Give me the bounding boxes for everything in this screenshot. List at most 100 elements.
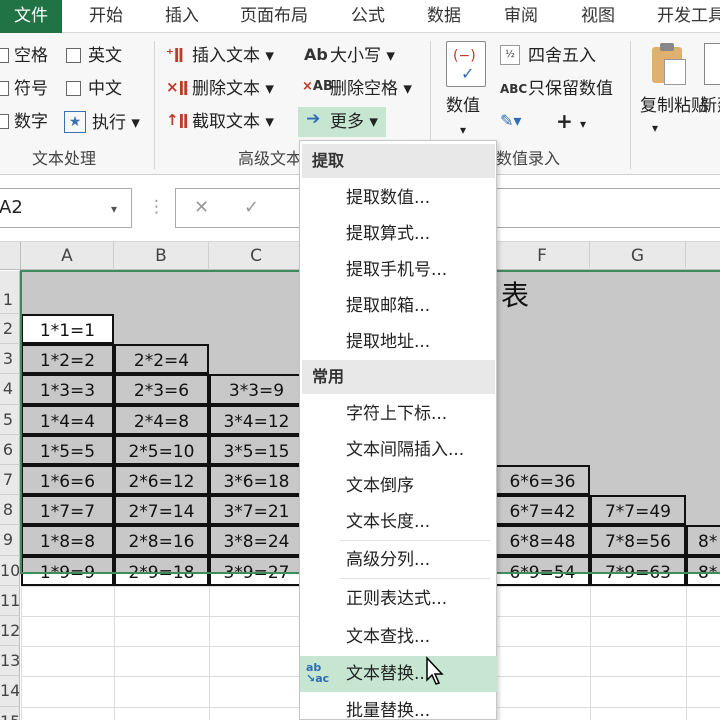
keep-numeric-button[interactable]: 只保留数值 (528, 78, 613, 100)
cut-text-icon: ↑ǁ (166, 111, 189, 129)
row-header-11[interactable]: 11 (0, 585, 20, 616)
value-button[interactable]: 数值 (446, 95, 480, 117)
row-header-9[interactable]: 9 (0, 525, 20, 556)
row-header-10[interactable]: 10 (0, 555, 20, 586)
plus-arrow[interactable]: ▾ (580, 113, 586, 135)
column-header-b[interactable]: B (114, 242, 209, 270)
tab-view[interactable]: 视图 (570, 0, 626, 33)
execute-icon[interactable]: ★ (64, 111, 86, 133)
delete-space-button[interactable]: 删除空格 ▾ (330, 78, 412, 100)
column-header-g[interactable]: G (590, 242, 686, 270)
row-header-14[interactable]: 14 (0, 676, 20, 707)
insert-text-button[interactable]: 插入文本 ▾ (192, 45, 274, 67)
checkbox-space-label: 空格 (14, 46, 48, 66)
tab-home[interactable]: 开始 (78, 0, 134, 33)
section-header-extract: 提取 (302, 144, 495, 178)
row-header-2[interactable]: 2 (0, 314, 20, 345)
group-label-text-processing: 文本处理 (32, 149, 97, 168)
ribbon-tab-bar: 文件 开始 插入 页面布局 公式 数据 审阅 视图 开发工具 (0, 0, 720, 33)
row-header-3[interactable]: 3 (0, 344, 20, 375)
tab-page-layout[interactable]: 页面布局 (232, 0, 316, 33)
name-box-dropdown-icon[interactable]: ▾ (111, 198, 117, 220)
column-header-h[interactable]: H (686, 242, 720, 270)
menu-item-extract-number[interactable]: 提取数值... (300, 180, 497, 216)
clipboard-icon (648, 41, 688, 87)
checkbox-english[interactable] (66, 48, 81, 63)
group-separator (630, 41, 631, 169)
select-all-corner[interactable] (0, 242, 21, 270)
column-header-f[interactable]: F (495, 242, 590, 270)
row-header-8[interactable]: 8 (0, 495, 20, 526)
row-header-1[interactable]: 1 (0, 271, 20, 314)
copy-paste-arrow[interactable]: ▾ (652, 117, 658, 139)
case-button[interactable]: 大小写 ▾ (330, 45, 395, 67)
row-header-13[interactable]: 13 (0, 646, 20, 677)
tab-insert[interactable]: 插入 (154, 0, 210, 33)
more-button[interactable]: ➔ 更多 ▾ (298, 107, 386, 137)
new-button[interactable]: 新建 (700, 95, 720, 117)
column-header-a[interactable]: A (21, 242, 114, 270)
delete-text-icon: ×ǁ (166, 78, 189, 96)
menu-item-batch-replace[interactable]: 批量替换... (300, 693, 497, 720)
group-label-numeric-entry: 数值录入 (496, 149, 561, 168)
menu-separator (340, 578, 490, 579)
menu-item-text-find[interactable]: 文本查找... (300, 619, 497, 655)
group-label-advanced-text: 高级文本 (238, 149, 303, 168)
cut-text-button[interactable]: 截取文本 ▾ (192, 111, 274, 133)
insert-text-icon: ⁺ǁ (166, 45, 184, 63)
row-header-6[interactable]: 6 (0, 434, 20, 465)
menu-item-regex[interactable]: 正则表达式... (300, 581, 497, 617)
menu-item-text-replace[interactable]: 文本替换... (300, 656, 497, 692)
menu-item-extract-phone[interactable]: 提取手机号... (300, 252, 497, 288)
confirm-icon[interactable]: ✓ (244, 197, 259, 219)
text-replace-icon: ab ↘ac (306, 661, 330, 685)
cell-reference: A2 (0, 197, 23, 218)
row-header-12[interactable]: 12 (0, 616, 20, 647)
menu-item-reverse-text[interactable]: 文本倒序 (300, 468, 497, 504)
plus-icon[interactable]: + (556, 109, 573, 133)
more-dropdown-menu: 提取 提取数值... 提取算式... 提取手机号... 提取邮箱... 提取地址… (299, 140, 497, 720)
tab-file[interactable]: 文件 (0, 0, 62, 33)
case-icon: Ab (304, 45, 328, 64)
cancel-icon[interactable]: ✕ (194, 197, 209, 219)
group-separator (154, 41, 155, 169)
delete-text-button[interactable]: 删除文本 ▾ (192, 78, 274, 100)
checkbox-english-label: 英文 (88, 46, 122, 66)
column-header-c[interactable]: C (209, 242, 304, 270)
execute-button[interactable]: 执行 ▾ (92, 112, 140, 134)
checkbox-symbol[interactable] (0, 81, 9, 96)
menu-item-interval-insert[interactable]: 文本间隔插入... (300, 432, 497, 468)
tab-formulas[interactable]: 公式 (340, 0, 396, 33)
menu-item-extract-email[interactable]: 提取邮箱... (300, 288, 497, 324)
round-button[interactable]: 四舍五入 (528, 45, 596, 67)
name-box[interactable]: A2 ▾ (0, 188, 132, 228)
mouse-cursor-icon (425, 656, 447, 686)
more-options-icon[interactable]: ⋮ (148, 196, 165, 218)
row-header-5[interactable]: 5 (0, 404, 20, 435)
checkbox-number-label: 数字 (14, 112, 48, 132)
arrow-right-icon: ➔ (306, 109, 321, 129)
row-header-7[interactable]: 7 (0, 465, 20, 496)
round-icon: ½ (500, 45, 520, 65)
copy-paste-button[interactable]: 复制粘贴 (640, 95, 708, 117)
tab-data[interactable]: 数据 (416, 0, 472, 33)
checkbox-chinese[interactable] (66, 81, 81, 96)
row-header-4[interactable]: 4 (0, 374, 20, 405)
section-header-common: 常用 (302, 360, 495, 394)
menu-item-extract-formula[interactable]: 提取算式... (300, 216, 497, 252)
checkbox-number[interactable] (0, 114, 9, 129)
edit-icon[interactable]: ✎▾ (500, 111, 521, 130)
value-button-arrow[interactable]: ▾ (460, 119, 466, 141)
row-header-15[interactable]: 15 (0, 706, 20, 720)
checkbox-chinese-label: 中文 (88, 79, 122, 99)
new-icon (704, 43, 720, 85)
menu-item-extract-address[interactable]: 提取地址... (300, 324, 497, 360)
menu-separator (340, 540, 490, 541)
menu-item-advanced-split[interactable]: 高级分列... (300, 542, 497, 578)
checkbox-space[interactable] (0, 48, 9, 63)
delete-space-icon: ×AB (302, 79, 333, 94)
menu-item-superscript[interactable]: 字符上下标... (300, 396, 497, 432)
tab-review[interactable]: 审阅 (493, 0, 549, 33)
tab-developer[interactable]: 开发工具 (646, 0, 720, 33)
menu-item-text-length[interactable]: 文本长度... (300, 504, 497, 540)
